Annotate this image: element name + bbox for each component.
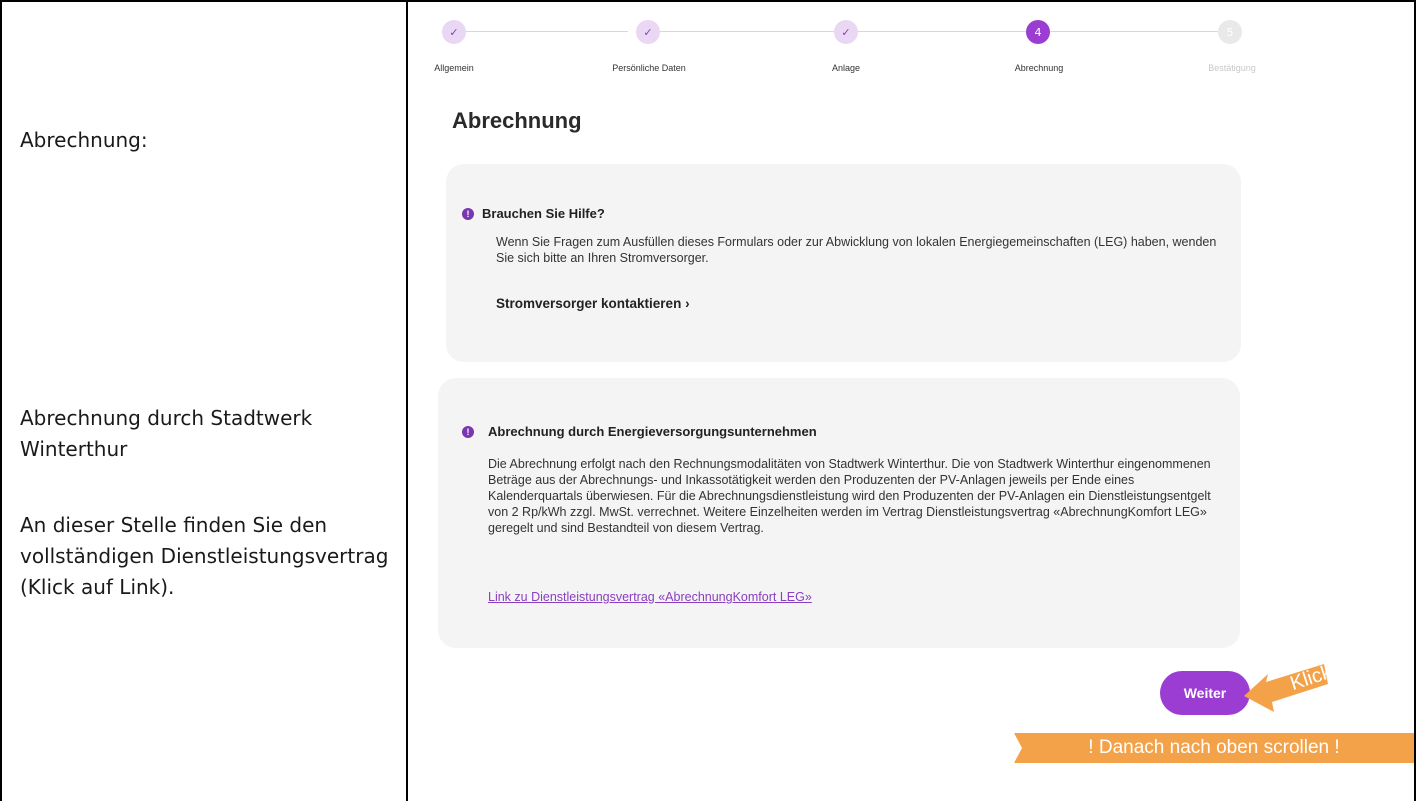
billing-card-heading: Abrechnung durch Energieversorgungsunter…	[488, 424, 817, 439]
step-5-number: 5	[1218, 20, 1242, 44]
stepper-connector	[1050, 31, 1218, 32]
left-label-abrechnung: Abrechnung:	[20, 128, 148, 152]
service-contract-link[interactable]: Link zu Dienstleistungsvertrag «Abrechnu…	[488, 590, 812, 604]
step-3-check-icon[interactable]: ✓	[834, 20, 858, 44]
step-2-check-icon[interactable]: ✓	[636, 20, 660, 44]
stepper-connector	[466, 31, 628, 32]
table-border-top	[0, 0, 1416, 2]
billing-card-body: Die Abrechnung erfolgt nach den Rechnung…	[488, 457, 1211, 535]
step-3-label: Anlage	[831, 63, 861, 73]
step-2-label: Persönliche Daten	[612, 63, 686, 73]
help-card-heading: Brauchen Sie Hilfe?	[482, 206, 605, 221]
step-1-label: Allgemein	[434, 63, 474, 73]
contact-provider-link[interactable]: Stromversorger kontaktieren ›	[496, 296, 690, 311]
stepper-connector	[858, 31, 1026, 32]
left-label-link-hint: An dieser Stelle finden Sie den vollstän…	[20, 513, 389, 599]
billing-card: ! Abrechnung durch Energieversorgungsunt…	[438, 378, 1240, 648]
step-4-label: Abrechnung	[1014, 63, 1064, 73]
document-frame: Abrechnung: Abrechnung durch Stadtwerk W…	[0, 0, 1416, 801]
scroll-up-banner: ! Danach nach oben scrollen !	[1014, 733, 1414, 763]
info-icon: !	[462, 426, 474, 438]
table-border-left	[0, 0, 2, 801]
help-card: ! Brauchen Sie Hilfe? Wenn Sie Fragen zu…	[446, 164, 1241, 362]
next-button[interactable]: Weiter	[1160, 671, 1250, 715]
left-label-stadtwerk: Abrechnung durch Stadtwerk Winterthur	[20, 406, 313, 461]
page-title: Abrechnung	[452, 108, 582, 133]
table-border-middle	[406, 0, 408, 801]
step-4-number: 4	[1026, 20, 1050, 44]
step-5-label: Bestätigung	[1208, 63, 1256, 73]
help-card-body: Wenn Sie Fragen zum Ausfüllen dieses For…	[496, 235, 1217, 265]
info-icon: !	[462, 208, 474, 220]
banner-notch	[1014, 733, 1022, 763]
stepper-connector	[660, 31, 834, 32]
step-1-check-icon[interactable]: ✓	[442, 20, 466, 44]
